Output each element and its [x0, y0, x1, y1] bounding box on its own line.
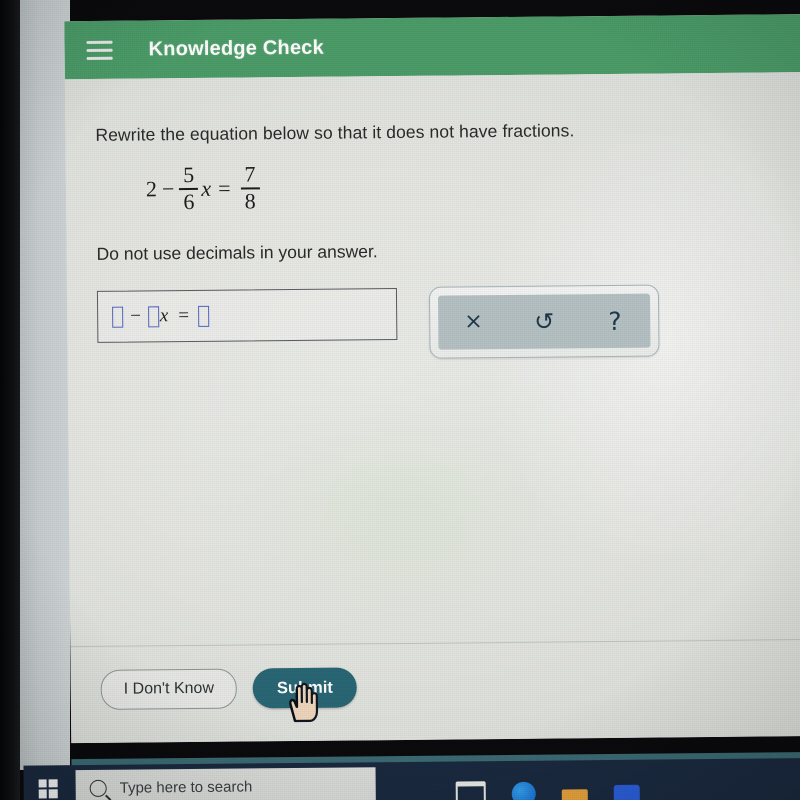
- equation-coefficient-fraction: 5 6: [179, 162, 199, 215]
- equation-equals-sign: =: [218, 175, 231, 201]
- equation-rhs-fraction: 7 8: [240, 161, 260, 214]
- answer-expression: − x =: [112, 305, 210, 328]
- answer-minus-sign: −: [130, 305, 141, 327]
- i-dont-know-button[interactable]: I Don't Know: [100, 668, 238, 710]
- knowledge-check-app: Knowledge Check Rewrite the equation bel…: [64, 14, 800, 744]
- equation-lhs-integer: 2: [145, 176, 158, 202]
- footer-divider: [70, 639, 800, 648]
- file-explorer-icon[interactable]: [455, 781, 486, 800]
- hamburger-line: [86, 48, 113, 52]
- blue-app-icon[interactable]: [613, 784, 640, 800]
- app-header: Knowledge Check: [64, 14, 800, 80]
- photo-of-screen: Knowledge Check Rewrite the equation bel…: [0, 0, 800, 800]
- question-prompt: Rewrite the equation below so that it do…: [95, 120, 575, 145]
- fraction-numerator: 5: [183, 162, 195, 188]
- hamburger-line: [86, 40, 113, 44]
- question-subprompt: Do not use decimals in your answer.: [96, 241, 378, 264]
- screen-glare: [187, 363, 621, 669]
- taskbar-search-input[interactable]: Type here to search: [75, 767, 376, 800]
- undo-icon[interactable]: ↺: [521, 308, 567, 336]
- math-tool-palette: × ↺ ?: [428, 284, 660, 359]
- edge-browser-icon[interactable]: [511, 781, 536, 800]
- folder-icon[interactable]: [561, 789, 588, 800]
- windows-logo-quad: [38, 789, 47, 798]
- question-content: Rewrite the equation below so that it do…: [65, 72, 800, 362]
- search-placeholder: Type here to search: [119, 777, 253, 797]
- footer-actions: I Don't Know Submit: [70, 652, 800, 723]
- answer-blank-1[interactable]: [112, 306, 124, 328]
- hamburger-icon[interactable]: [86, 40, 113, 60]
- windows-logo-quad: [48, 778, 58, 788]
- taskbar-tray: [455, 759, 640, 800]
- screen-surface: Knowledge Check Rewrite the equation bel…: [0, 0, 800, 800]
- submit-button[interactable]: Submit: [252, 667, 358, 723]
- equation-variable: x: [201, 175, 212, 201]
- fraction-numerator: 7: [244, 161, 256, 187]
- windows-logo-quad: [48, 789, 58, 798]
- help-question-icon[interactable]: ?: [592, 306, 638, 335]
- answer-row: − x = × ↺ ?: [96, 284, 800, 362]
- app-body: Rewrite the equation below so that it do…: [64, 72, 800, 744]
- fraction-denominator: 8: [244, 188, 256, 214]
- answer-blank-3[interactable]: [197, 305, 210, 327]
- windows-logo: [38, 778, 58, 798]
- fraction-denominator: 6: [183, 189, 195, 215]
- answer-variable: x: [159, 305, 169, 327]
- answer-input-box[interactable]: − x =: [96, 288, 398, 343]
- device-bezel-left: [0, 0, 20, 800]
- equation-operator: −: [161, 176, 175, 202]
- windows-start-icon[interactable]: [23, 765, 71, 800]
- math-tool-buttons: × ↺ ?: [437, 293, 651, 350]
- answer-blank-2[interactable]: [147, 305, 159, 327]
- submit-button-label: Submit: [276, 678, 333, 697]
- hamburger-line: [86, 56, 113, 60]
- clear-x-icon[interactable]: ×: [450, 309, 496, 334]
- answer-equals-sign: =: [178, 305, 190, 327]
- windows-logo-quad: [38, 778, 47, 788]
- windows-taskbar: Type here to search: [23, 758, 800, 800]
- search-icon: [89, 779, 107, 797]
- equation-display: 2 − 5 6 x = 7 8: [146, 155, 800, 217]
- page-title: Knowledge Check: [148, 36, 324, 60]
